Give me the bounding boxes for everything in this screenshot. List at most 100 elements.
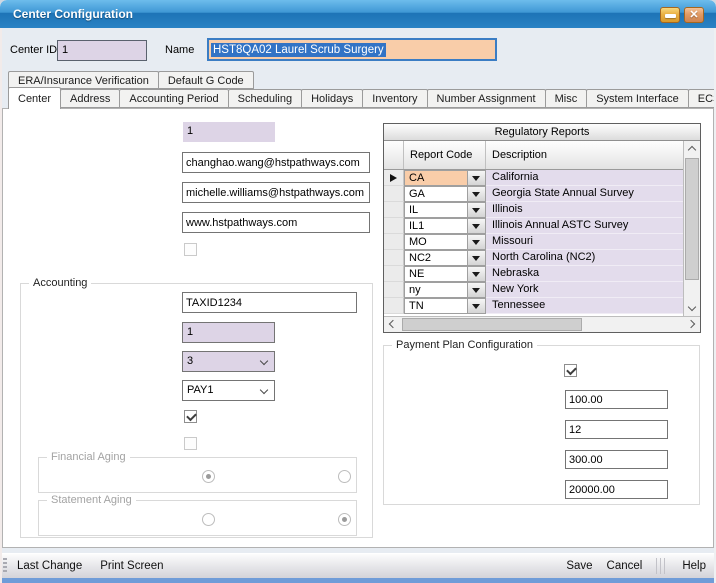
financial-by-visit-date-radio[interactable] xyxy=(202,470,215,483)
row-selector-cell[interactable] xyxy=(384,250,404,266)
report-code-combo[interactable]: NC2 xyxy=(404,250,486,266)
report-code-cell[interactable]: NC2 xyxy=(405,251,467,265)
report-code-column-header[interactable]: Report Code xyxy=(404,141,486,169)
vertical-scrollbar[interactable] xyxy=(683,141,700,316)
center-id-field[interactable]: 1 xyxy=(57,40,147,61)
table-row[interactable]: MO Missouri xyxy=(384,234,683,250)
report-code-dropdown-button[interactable] xyxy=(467,219,485,233)
name-field[interactable]: HST8QA02 Laurel Scrub Surgery xyxy=(207,38,497,61)
enable-payment-plans-checkbox[interactable] xyxy=(564,364,577,377)
help-button[interactable]: Help xyxy=(682,560,706,572)
security-email-input[interactable] xyxy=(182,182,370,203)
table-row[interactable]: GA Georgia State Annual Survey xyxy=(384,186,683,202)
tab[interactable]: Misc xyxy=(545,89,588,108)
tax-id-input[interactable] xyxy=(182,292,357,313)
report-code-cell[interactable]: ny xyxy=(405,283,467,297)
statement-by-visit-date-radio[interactable] xyxy=(202,513,215,526)
row-selector-cell[interactable] xyxy=(384,186,404,202)
description-cell[interactable]: Illinois Annual ASTC Survey xyxy=(486,218,683,234)
table-row[interactable]: IL1 Illinois Annual ASTC Survey xyxy=(384,218,683,234)
tab[interactable]: Inventory xyxy=(362,89,427,108)
center-email-input[interactable] xyxy=(182,152,370,173)
report-code-dropdown-button[interactable] xyxy=(467,267,485,281)
minimum-total-patient-balance-input[interactable] xyxy=(565,450,668,469)
row-selector-cell[interactable] xyxy=(384,170,404,186)
scroll-left-icon[interactable] xyxy=(389,320,397,328)
description-cell[interactable]: Illinois xyxy=(486,202,683,218)
tab[interactable]: System Interface xyxy=(586,89,689,108)
row-selector-cell[interactable] xyxy=(384,266,404,282)
account-number-format-dropdown[interactable]: 3 xyxy=(182,351,275,372)
minimum-payment-amount-input[interactable] xyxy=(565,390,668,409)
report-code-cell[interactable]: NE xyxy=(405,267,467,281)
description-cell[interactable]: Georgia State Annual Survey xyxy=(486,186,683,202)
toolbar-button[interactable]: Print Screen xyxy=(100,560,163,572)
report-code-combo[interactable]: IL1 xyxy=(404,218,486,234)
tab[interactable]: Holidays xyxy=(301,89,363,108)
tab[interactable]: Default G Code xyxy=(158,71,254,89)
row-selector-cell[interactable] xyxy=(384,202,404,218)
report-code-combo[interactable]: NE xyxy=(404,266,486,282)
description-cell[interactable]: California xyxy=(486,170,683,186)
cancel-button[interactable]: Cancel xyxy=(607,560,643,572)
report-code-cell[interactable]: MO xyxy=(405,235,467,249)
tab[interactable]: Center xyxy=(8,87,61,109)
report-code-combo[interactable]: IL xyxy=(404,202,486,218)
report-code-combo[interactable]: TN xyxy=(404,298,486,314)
allow-on-screen-posting-checkbox[interactable] xyxy=(184,410,197,423)
statement-payment-address-dropdown[interactable]: PAY1 xyxy=(182,380,275,401)
close-button[interactable]: ✕ xyxy=(684,7,704,23)
statement-by-self-pay-date-radio[interactable] xyxy=(338,513,351,526)
description-column-header[interactable]: Description xyxy=(486,141,683,169)
web-site-input[interactable] xyxy=(182,212,370,233)
report-code-dropdown-button[interactable] xyxy=(467,235,485,249)
description-cell[interactable]: New York xyxy=(486,282,683,298)
report-code-combo[interactable]: GA xyxy=(404,186,486,202)
row-selector-cell[interactable] xyxy=(384,234,404,250)
toolbar-button[interactable]: Last Change xyxy=(17,560,82,572)
horizontal-scrollbar-thumb[interactable] xyxy=(402,318,582,331)
default-self-pay-id-field[interactable]: 1 xyxy=(182,322,275,343)
description-cell[interactable]: North Carolina (NC2) xyxy=(486,250,683,266)
maximum-payments-input[interactable] xyxy=(565,420,668,439)
report-code-dropdown-button[interactable] xyxy=(467,299,485,313)
report-code-cell[interactable]: IL xyxy=(405,203,467,217)
description-cell[interactable]: Missouri xyxy=(486,234,683,250)
titlebar[interactable]: Center Configuration ✕ xyxy=(0,0,716,28)
vertical-scrollbar-thumb[interactable] xyxy=(685,158,699,280)
report-code-cell[interactable]: IL1 xyxy=(405,219,467,233)
description-cell[interactable]: Nebraska xyxy=(486,266,683,282)
report-code-combo[interactable]: CA xyxy=(404,170,486,186)
table-row[interactable]: NC2 North Carolina (NC2) xyxy=(384,250,683,266)
report-code-cell[interactable]: CA xyxy=(405,171,467,185)
table-row[interactable]: ny New York xyxy=(384,282,683,298)
table-row[interactable]: IL Illinois xyxy=(384,202,683,218)
scroll-down-icon[interactable] xyxy=(688,303,696,311)
table-row[interactable]: NE Nebraska xyxy=(384,266,683,282)
report-code-dropdown-button[interactable] xyxy=(467,251,485,265)
row-selector-cell[interactable] xyxy=(384,218,404,234)
report-code-dropdown-button[interactable] xyxy=(467,203,485,217)
tab[interactable]: Number Assignment xyxy=(427,89,546,108)
report-code-dropdown-button[interactable] xyxy=(467,171,485,185)
scroll-right-icon[interactable] xyxy=(687,320,695,328)
report-code-cell[interactable]: TN xyxy=(405,299,467,313)
row-selector-cell[interactable] xyxy=(384,298,404,314)
maximum-total-patient-balance-input[interactable] xyxy=(565,480,668,499)
table-row[interactable]: CA California xyxy=(384,170,683,186)
report-code-dropdown-button[interactable] xyxy=(467,187,485,201)
financial-by-self-pay-date-radio[interactable] xyxy=(338,470,351,483)
tab[interactable]: Scheduling xyxy=(228,89,302,108)
report-code-dropdown-button[interactable] xyxy=(467,283,485,297)
save-button[interactable]: Save xyxy=(566,560,592,572)
row-selector-cell[interactable] xyxy=(384,282,404,298)
report-code-combo[interactable]: ny xyxy=(404,282,486,298)
mfa-checkbox[interactable] xyxy=(184,243,197,256)
report-code-cell[interactable]: GA xyxy=(405,187,467,201)
tab[interactable]: Address xyxy=(60,89,120,108)
scroll-up-icon[interactable] xyxy=(688,146,696,154)
minimize-button[interactable] xyxy=(660,7,680,23)
horizontal-scrollbar[interactable] xyxy=(384,316,700,332)
toolbar-grip-icon[interactable] xyxy=(3,558,7,574)
tab[interactable]: ECS Claim xyxy=(688,89,716,108)
